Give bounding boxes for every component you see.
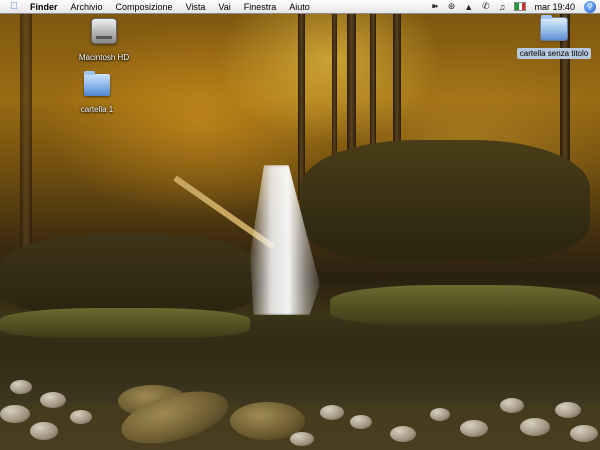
wallpaper-cliff (300, 140, 590, 260)
bluetooth-icon[interactable]: ⊛ (448, 1, 456, 12)
desktop-background[interactable] (0, 0, 600, 450)
wallpaper-tree-trunk (20, 0, 32, 250)
wallpaper-tree-trunk (298, 0, 305, 200)
wallpaper-pebble (500, 398, 524, 413)
wallpaper-pebble (290, 432, 314, 446)
menu-vai[interactable]: Vai (218, 2, 230, 12)
menu-clock[interactable]: mar 19:40 (534, 2, 575, 12)
desktop-icon-label: Macintosh HD (78, 53, 130, 62)
volume-icon[interactable]: ♫ (499, 2, 506, 12)
input-menu-flag-icon[interactable] (514, 2, 527, 11)
menu-aiuto[interactable]: Aiuto (289, 2, 310, 12)
flag-stripe (522, 3, 526, 10)
wallpaper-pebble (570, 425, 598, 442)
wallpaper-pebble (430, 408, 450, 421)
wallpaper-pebble (40, 392, 66, 408)
wallpaper-pebble (320, 405, 344, 420)
menu-finestra[interactable]: Finestra (244, 2, 277, 12)
wallpaper-pebble (390, 426, 416, 442)
wallpaper-cliff (0, 235, 260, 315)
wallpaper-pebble (10, 380, 32, 394)
folder-icon (84, 71, 110, 96)
phone-icon[interactable]: ✆ (482, 1, 490, 12)
desktop-icon-label: cartella 1 (80, 105, 114, 114)
menu-vista[interactable]: Vista (186, 2, 206, 12)
airport-wifi-icon[interactable]: ▲ (464, 2, 473, 12)
wallpaper-pebble (0, 405, 30, 423)
wallpaper-pebble (30, 422, 58, 440)
wallpaper-rock-ledge (330, 285, 600, 325)
hard-drive-icon (91, 18, 117, 44)
spotlight-search-icon[interactable]: ⚲ (584, 0, 596, 13)
script-icon[interactable]: ➽ (431, 1, 439, 12)
desktop-icon-macintosh-hd[interactable]: Macintosh HD (64, 18, 144, 65)
wallpaper-rock-ledge (0, 308, 250, 338)
wallpaper-pebble (350, 415, 372, 429)
wallpaper-pebble (70, 410, 92, 424)
wallpaper-pebble (460, 420, 488, 437)
desktop-icon-cartella-1[interactable]: cartella 1 (57, 71, 137, 117)
apple-icon[interactable]:  (8, 1, 20, 12)
menu-extras: ➽ ⊛ ▲ ✆ ♫ mar 19:40 ⚲ (431, 0, 600, 13)
menu-archivio[interactable]: Archivio (71, 2, 103, 12)
wallpaper-pebble (520, 418, 550, 436)
wallpaper-pebble (555, 402, 581, 418)
desktop-icon-label: cartella senza titolo (516, 48, 592, 59)
menu-composizione[interactable]: Composizione (116, 2, 173, 12)
folder-icon (540, 15, 568, 41)
desktop-icon-cartella-senza-titolo[interactable]: cartella senza titolo (508, 15, 600, 61)
menu-bar:  Finder Archivio Composizione Vista Vai… (0, 0, 600, 14)
menu-finder[interactable]: Finder (30, 2, 58, 12)
